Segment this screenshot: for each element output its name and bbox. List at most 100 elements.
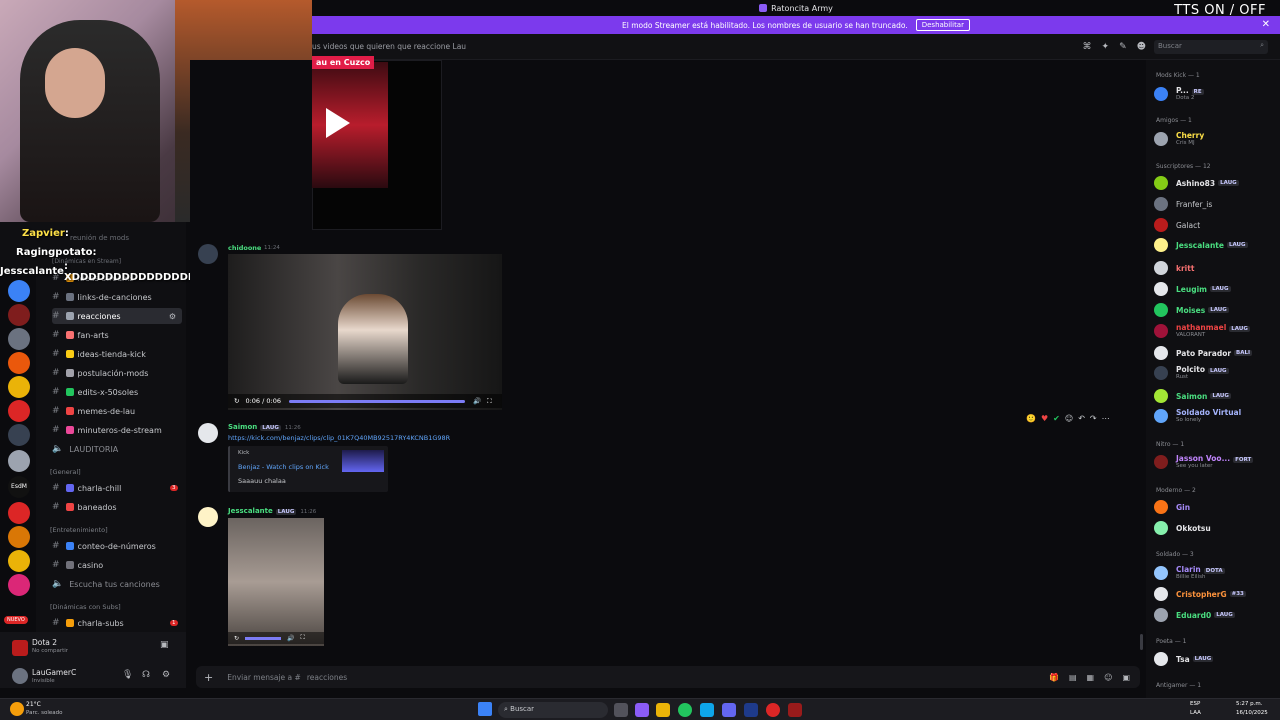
fullscreen-icon[interactable]: ⛶ [487, 397, 492, 406]
channel-links-de-canciones[interactable]: # links-de-canciones [52, 289, 152, 305]
search-input[interactable]: Buscar ⌕ [1154, 40, 1268, 54]
channel-reacciones[interactable]: # reacciones ⚙ [52, 308, 182, 324]
task-view-icon[interactable] [614, 703, 628, 717]
discord-icon[interactable] [722, 703, 736, 717]
channel-memes-de-lau[interactable]: # memes-de-lau [52, 403, 135, 419]
emoji-add-icon[interactable]: ☺ [1065, 414, 1073, 423]
channel-ideas-tienda-kick[interactable]: # ideas-tienda-kick [52, 346, 146, 362]
channel-edits[interactable]: # edits-x-50soles [52, 384, 138, 400]
channel-charla-chill[interactable]: # charla-chill 3 [52, 480, 178, 496]
member-item[interactable]: Moises LAUG [1154, 303, 1229, 317]
server-esdm[interactable]: EsdM [8, 476, 30, 498]
taskbar-search[interactable]: ⌕ Buscar [498, 702, 608, 718]
member-item[interactable]: Franfer_is [1154, 197, 1212, 211]
disable-button[interactable]: Deshabilitar [915, 19, 970, 31]
server-icon[interactable] [8, 304, 30, 326]
chrome-icon[interactable] [678, 703, 692, 717]
category-entretenimiento[interactable]: [Entretenimiento] [50, 526, 108, 534]
reaction-icon[interactable]: 🙂 [1026, 414, 1036, 423]
server-icon[interactable] [8, 502, 30, 524]
message-composer[interactable]: + Enviar mensaje a # reacciones 🎁 ▤ ▦ ☺ … [196, 666, 1140, 688]
message-author[interactable]: Jesscalante LAUG 11:26 [228, 507, 316, 515]
reply-icon[interactable]: ↶ [1078, 414, 1085, 423]
message-link[interactable]: https://kick.com/benjaz/clips/clip_01K7Q… [228, 434, 450, 442]
play-icon[interactable] [326, 108, 350, 138]
close-icon[interactable]: ✕ [1262, 19, 1270, 30]
sticker-icon[interactable]: ▦ [1087, 673, 1095, 682]
member-item[interactable]: kritt [1154, 261, 1194, 275]
voice-lauditoria[interactable]: 🔈 LAUDITORIA [52, 441, 118, 457]
server-icon[interactable] [8, 450, 30, 472]
screen-share-icon[interactable]: ▣ [160, 640, 169, 650]
keyboard-lang[interactable]: ESP [1190, 701, 1200, 707]
server-icon[interactable] [8, 352, 30, 374]
forward-icon[interactable]: ↷ [1090, 414, 1097, 423]
check-icon[interactable]: ✔ [1053, 414, 1060, 423]
server-icon[interactable] [8, 400, 30, 422]
member-item[interactable]: Jasson Voo... FORT See you later [1154, 454, 1254, 469]
scrollbar[interactable] [1140, 634, 1143, 650]
video-progress[interactable] [288, 399, 465, 403]
member-item[interactable]: Soldado Virtual So lonely [1154, 408, 1241, 423]
app-icon[interactable] [766, 703, 780, 717]
server-icon[interactable] [8, 280, 30, 302]
channel-baneados[interactable]: # baneados [52, 499, 117, 515]
channel-charla-subs[interactable]: # charla-subs 1 [52, 615, 178, 631]
pin-icon[interactable]: ✎ [1119, 42, 1127, 52]
video-thumbnail[interactable] [312, 62, 388, 188]
member-item[interactable]: Okkotsu [1154, 521, 1211, 535]
weather-icon[interactable] [10, 702, 24, 716]
replay-icon[interactable]: ↻ [234, 635, 239, 642]
gif-icon[interactable]: ▤ [1069, 673, 1077, 682]
emoji-icon[interactable]: ☺ [1104, 673, 1112, 682]
member-item[interactable]: Clarin DOTA Billie Eilish [1154, 565, 1225, 580]
add-attachment-icon[interactable]: + [204, 671, 213, 684]
clock-time[interactable]: 5:27 p.m. [1236, 701, 1262, 707]
server-icon[interactable] [8, 424, 30, 446]
volume-icon[interactable]: 🔊 [287, 635, 294, 642]
apps-icon[interactable]: ▣ [1122, 673, 1130, 682]
more-icon[interactable]: ⋯ [1102, 414, 1110, 423]
channel-fan-arts[interactable]: # fan-arts [52, 327, 109, 343]
member-item[interactable]: Pato Parador BALI [1154, 346, 1253, 360]
copilot-icon[interactable] [635, 703, 649, 717]
avatar[interactable] [198, 507, 218, 527]
member-item[interactable]: CristopherG #33 [1154, 587, 1246, 601]
file-explorer-icon[interactable] [656, 703, 670, 717]
channel-minuteros[interactable]: # minuteros-de-stream [52, 422, 162, 438]
member-item[interactable]: Saimon LAUG [1154, 389, 1231, 403]
avatar[interactable] [198, 423, 218, 443]
start-icon[interactable] [478, 702, 492, 716]
fullscreen-icon[interactable]: ⛶ [301, 634, 305, 642]
app-icon[interactable] [700, 703, 714, 717]
member-item[interactable]: Ashino83 LAUG [1154, 176, 1239, 190]
username[interactable]: LauGamerC [32, 668, 76, 677]
members-icon[interactable]: ☻ [1137, 42, 1146, 52]
heart-icon[interactable]: ♥ [1041, 414, 1048, 423]
member-item[interactable]: Eduard0 LAUG [1154, 608, 1235, 622]
message-author[interactable]: Saimon LAUG 11:26 [228, 423, 301, 431]
mic-icon[interactable]: 🎙 [122, 670, 133, 680]
category-general[interactable]: [General] [50, 468, 81, 476]
server-icon[interactable] [8, 328, 30, 350]
app-icon[interactable] [788, 703, 802, 717]
replay-icon[interactable]: ↻ [234, 397, 239, 405]
avatar[interactable] [198, 244, 218, 264]
notification-icon[interactable]: ✦ [1102, 42, 1110, 52]
member-item[interactable]: Polcito LAUG Rust [1154, 365, 1229, 380]
channel-casino[interactable]: # casino [52, 557, 103, 573]
channel-conteo[interactable]: # conteo-de-números [52, 538, 156, 554]
member-item[interactable]: Jesscalante LAUG [1154, 238, 1248, 252]
gift-icon[interactable]: 🎁 [1049, 673, 1059, 682]
volume-icon[interactable]: 🔊 [473, 397, 481, 405]
server-icon[interactable] [8, 550, 30, 572]
server-icon[interactable] [8, 526, 30, 548]
volume-slider[interactable] [245, 636, 282, 640]
member-item[interactable]: Cherry Cris MJ [1154, 131, 1204, 146]
voice-escucha[interactable]: 🔈 Escucha tus canciones [52, 576, 160, 592]
member-item[interactable]: Gin [1154, 500, 1190, 514]
member-item[interactable]: P... RE Dota 2 [1154, 86, 1204, 101]
video-player[interactable] [228, 254, 502, 410]
server-icon[interactable] [8, 376, 30, 398]
channel-postulacion-mods[interactable]: # postulación-mods [52, 365, 148, 381]
